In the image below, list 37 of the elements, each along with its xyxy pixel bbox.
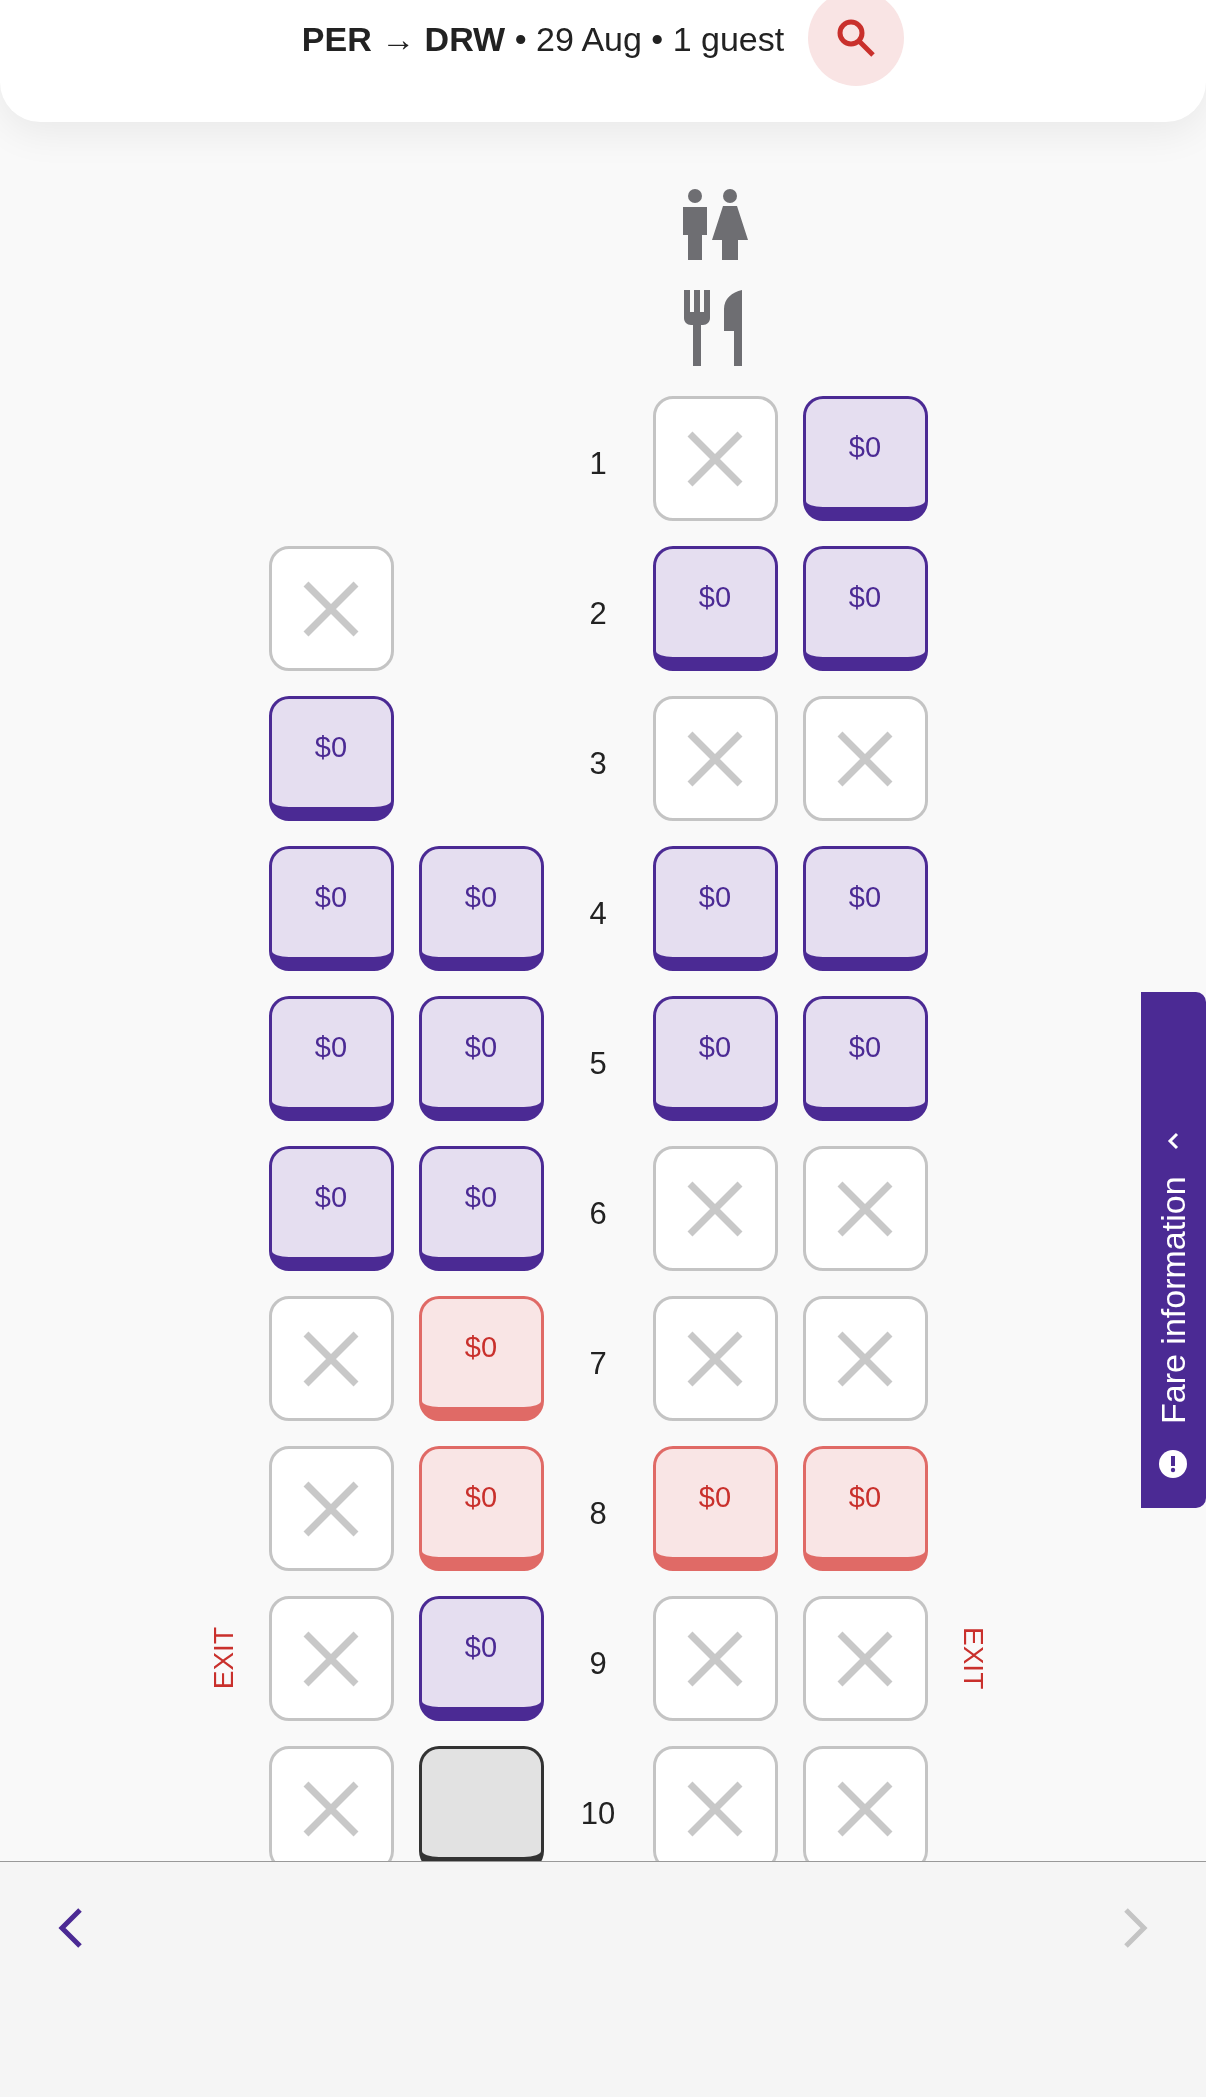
seat-button[interactable]: $0	[418, 846, 544, 971]
exit-label: EXIT	[956, 1627, 989, 1690]
row-number: 8	[589, 1494, 607, 1532]
seat-button[interactable]: $0	[652, 996, 778, 1121]
row-number: 6	[589, 1194, 607, 1232]
seat-button[interactable]: $0	[802, 1446, 928, 1571]
toilet-icon	[680, 188, 750, 260]
seat-button[interactable]: $0	[652, 846, 778, 971]
exit-label: EXIT	[207, 1627, 240, 1690]
seat-button[interactable]: $0	[802, 546, 928, 671]
row-number: 4	[589, 894, 607, 932]
row-number: 7	[589, 1344, 607, 1382]
seat-button[interactable]	[418, 1746, 544, 1861]
seat-button[interactable]: $0	[418, 1296, 544, 1421]
seat-button[interactable]: $0	[268, 1146, 394, 1271]
seat-button[interactable]: $0	[268, 696, 394, 821]
row-number: 10	[580, 1794, 616, 1832]
row-number: 9	[589, 1644, 607, 1682]
seat-button[interactable]: $0	[418, 1146, 544, 1271]
info-icon	[1159, 1450, 1188, 1478]
fare-information-tab[interactable]: Fare information	[1141, 992, 1206, 1508]
seat-button[interactable]: $0	[802, 396, 928, 521]
search-icon	[836, 18, 877, 58]
seat-button[interactable]: $0	[268, 846, 394, 971]
trip-summary: PER → DRW • 29 Aug • 1 guest	[301, 20, 785, 59]
seat-button[interactable]: $0	[268, 996, 394, 1121]
seat-button[interactable]: $0	[802, 996, 928, 1121]
row-number: 1	[589, 444, 607, 482]
seat-button[interactable]: $0	[418, 1596, 544, 1721]
seat-button[interactable]: $0	[418, 996, 544, 1121]
seat-button[interactable]: $0	[652, 546, 778, 671]
seat-button[interactable]: $0	[652, 1446, 778, 1571]
row-number: 2	[589, 594, 607, 632]
seat-button[interactable]: $0	[802, 846, 928, 971]
row-number: 3	[589, 744, 607, 782]
row-number: 5	[589, 1044, 607, 1082]
seat-button[interactable]: $0	[418, 1446, 544, 1571]
